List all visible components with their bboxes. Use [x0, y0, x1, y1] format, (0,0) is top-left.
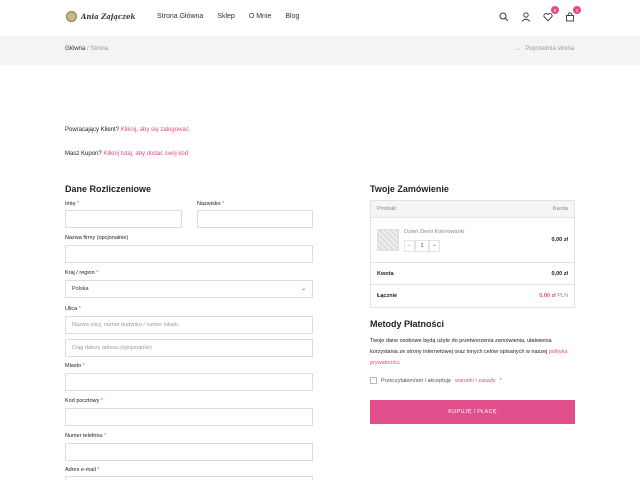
logo-mark-icon	[66, 11, 77, 22]
total-row: Łącznie 0,00 zł PLN	[371, 285, 574, 307]
quantity-stepper: − 1 +	[404, 239, 465, 252]
product-price: 0,00 zł	[551, 237, 568, 243]
logo-text: Ania Zajączek	[81, 12, 136, 21]
site-logo[interactable]: Ania Zajączek	[66, 11, 135, 22]
privacy-notice: Twoje dane osobowe będą użyte do przetwo…	[370, 338, 568, 366]
col-product-header: Produkt	[377, 206, 396, 212]
site-header: Ania Zajączek Strona Główna Sklep O Mnie…	[0, 0, 640, 36]
first-name-field[interactable]	[65, 210, 182, 228]
breadcrumb: Główna / Strona	[65, 46, 108, 52]
street2-field[interactable]: Ciąg dalszy adresu (opcjonalnie)	[65, 339, 313, 357]
previous-page-label: Poprzednia strona	[525, 46, 574, 52]
country-select[interactable]: Polska ⌄	[65, 280, 313, 298]
breadcrumb-current: Strona	[90, 46, 109, 52]
nav-item-about[interactable]: O Mnie	[249, 13, 272, 20]
order-title: Twoje Zamówienie	[370, 184, 449, 194]
total-value: 0,00 zł	[539, 293, 556, 299]
coupon-link[interactable]: Kliknij tutaj, aby dodać swój kod	[103, 151, 188, 157]
company-field[interactable]	[65, 245, 313, 263]
product-name[interactable]: Dzień Ziemi Kolorowanki	[404, 229, 465, 235]
company-label: Nazwa firmy (opcjonalnie)	[65, 235, 129, 241]
terms-link[interactable]: warunki i zasady	[455, 378, 496, 384]
qty-increase-button[interactable]: +	[429, 239, 440, 252]
nav-item-blog[interactable]: Blog	[285, 13, 299, 20]
cart-count-badge: 1	[573, 6, 581, 14]
phone-field[interactable]	[65, 443, 313, 461]
subtotal-row: Kwota 0,00 zł	[371, 263, 574, 285]
cart-icon[interactable]: 1	[564, 6, 581, 23]
place-order-button[interactable]: KUPUJĘ I PŁACĘ	[370, 400, 575, 424]
total-label: Łącznie	[377, 293, 398, 299]
terms-checkbox[interactable]	[370, 377, 377, 384]
breadcrumb-home-link[interactable]: Główna	[65, 46, 85, 52]
postcode-label: Kod pocztowy *	[65, 398, 103, 404]
arrow-left-icon: ←	[515, 46, 522, 52]
product-thumbnail[interactable]	[377, 228, 399, 251]
user-icon[interactable]	[520, 11, 532, 23]
returning-customer-text: Powracający Klient?	[65, 127, 120, 133]
last-name-label: Nazwisko *	[197, 201, 225, 207]
phone-label: Numer telefonu *	[65, 433, 107, 439]
billing-title: Dane Rozliczeniowe	[65, 184, 152, 194]
nav-item-home[interactable]: Strona Główna	[157, 13, 203, 20]
street-label: Ulica *	[65, 306, 81, 312]
order-table-header: Produkt Kwota	[371, 201, 574, 218]
main-nav: Strona Główna Sklep O Mnie Blog	[157, 13, 299, 20]
subtotal-label: Kwota	[377, 270, 394, 277]
email-label: Adres e-mail *	[65, 467, 100, 473]
chevron-down-icon: ⌄	[301, 286, 306, 292]
qty-decrease-button[interactable]: −	[404, 239, 415, 252]
privacy-text: Twoje dane osobowe będą użyte do przetwo…	[370, 338, 552, 355]
login-link[interactable]: Kliknij, aby się zalogować	[121, 127, 189, 133]
terms-required-mark: *	[499, 377, 502, 384]
coupon-text: Masz Kupon?	[65, 151, 102, 157]
terms-row: Przeczytałem/am i akceptuję warunki i za…	[370, 377, 502, 384]
city-label: Miasto *	[65, 363, 85, 369]
header-icons: 0 1	[498, 6, 581, 23]
wishlist-icon[interactable]: 0	[542, 6, 559, 23]
wishlist-count-badge: 0	[551, 6, 559, 14]
order-summary-table: Produkt Kwota Dzień Ziemi Kolorowanki − …	[370, 200, 575, 308]
col-amount-header: Kwota	[552, 206, 568, 212]
total-currency: PLN	[557, 293, 568, 299]
terms-text: Przeczytałem/am i akceptuję	[381, 377, 451, 384]
postcode-field[interactable]	[65, 408, 313, 426]
last-name-field[interactable]	[197, 210, 313, 228]
breadcrumb-bar: Główna / Strona ← Poprzednia strona	[0, 36, 640, 65]
qty-input[interactable]: 1	[415, 239, 429, 252]
returning-customer-notice: Powracający Klient? Kliknij, aby się zal…	[65, 127, 189, 133]
search-icon[interactable]	[498, 11, 510, 23]
nav-item-shop[interactable]: Sklep	[217, 13, 235, 20]
city-field[interactable]	[65, 373, 313, 391]
previous-page-link[interactable]: ← Poprzednia strona	[515, 46, 574, 52]
email-field[interactable]	[65, 476, 313, 480]
country-value: Polska	[72, 286, 89, 292]
payment-title: Metody Płatności	[370, 319, 445, 329]
order-product-row: Dzień Ziemi Kolorowanki − 1 + 0,00 zł	[371, 218, 574, 263]
first-name-label: Imię *	[65, 201, 80, 207]
street-field[interactable]: Nazwa ulicy, numer budynku / numer lokal…	[65, 316, 313, 334]
coupon-notice: Masz Kupon? Kliknij tutaj, aby dodać swó…	[65, 151, 188, 157]
country-label: Kraj / region *	[65, 270, 99, 276]
subtotal-value: 0,00 zł	[551, 270, 568, 277]
